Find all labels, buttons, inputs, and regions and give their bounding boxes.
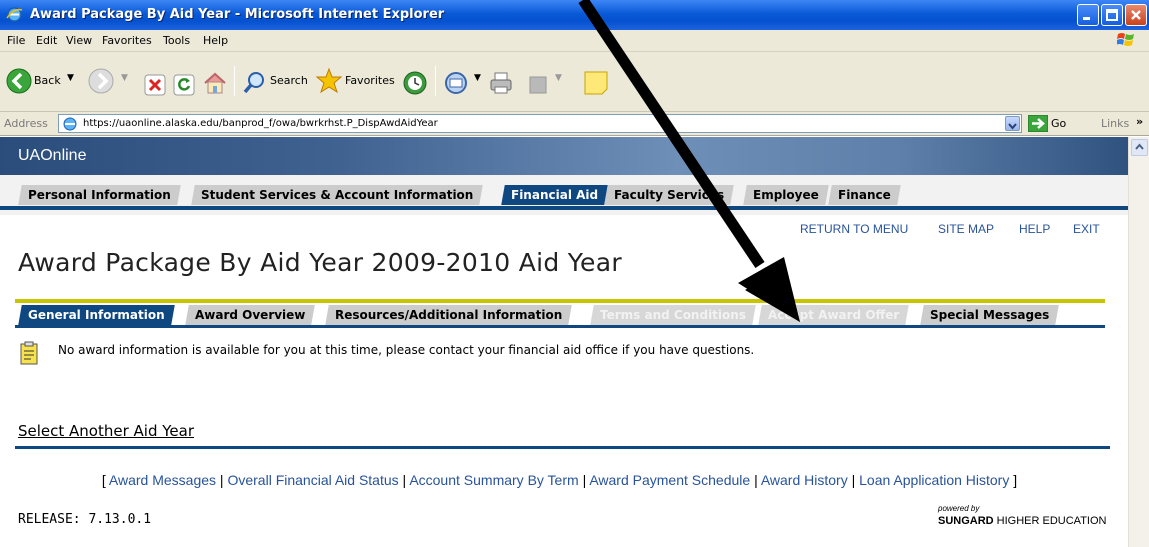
search-icon[interactable] xyxy=(242,68,268,98)
links-expand-icon[interactable]: » xyxy=(1136,115,1143,128)
site-brand: UAOnline xyxy=(18,147,87,164)
chevron-up-icon xyxy=(1135,143,1144,150)
menu-bar: File Edit View Favorites Tools Help xyxy=(0,30,1149,52)
address-label: Address xyxy=(4,117,48,130)
maximize-icon xyxy=(1106,9,1118,21)
award-payment-schedule-link[interactable]: Award Payment Schedule xyxy=(589,472,750,488)
windows-logo-icon xyxy=(1117,33,1134,46)
edit-icon[interactable] xyxy=(527,70,549,100)
tab-personal-information[interactable]: Personal Information xyxy=(18,185,181,205)
browser-toolbar: Back ▼ ▼ Search Favorites ▼ ▼ xyxy=(0,52,1149,112)
return-to-menu-link[interactable]: RETURN TO MENU xyxy=(800,222,908,236)
award-history-link[interactable]: Award History xyxy=(761,472,848,488)
tab-terms-and-conditions: Terms and Conditions xyxy=(590,305,756,325)
address-url[interactable]: https://uaonline.alaska.edu/banprod_f/ow… xyxy=(83,118,438,129)
toolbar-separator xyxy=(435,66,436,96)
section-rule xyxy=(15,299,1105,303)
powered-by-label: powered by xyxy=(938,504,980,513)
forward-icon[interactable] xyxy=(88,66,114,96)
refresh-icon[interactable] xyxy=(173,70,195,100)
tab-financial-aid[interactable]: Financial Aid xyxy=(501,185,608,205)
tab-resources-additional-information[interactable]: Resources/Additional Information xyxy=(325,305,573,325)
home-icon[interactable] xyxy=(202,68,228,98)
page-icon xyxy=(63,117,77,131)
edit-dropdown-icon[interactable]: ▼ xyxy=(555,73,562,83)
menu-edit[interactable]: Edit xyxy=(36,34,57,47)
toolbar-separator xyxy=(234,66,235,96)
back-dropdown-icon[interactable]: ▼ xyxy=(67,73,74,83)
award-messages-link[interactable]: Award Messages xyxy=(109,472,216,488)
stop-icon[interactable] xyxy=(144,70,166,100)
mail-dropdown-icon[interactable]: ▼ xyxy=(474,73,481,83)
bracket-open: [ xyxy=(101,472,106,488)
minimize-button[interactable] xyxy=(1077,4,1099,26)
forward-dropdown-icon[interactable]: ▼ xyxy=(121,73,128,83)
site-banner: UAOnline xyxy=(0,137,1128,175)
select-another-aid-year-link[interactable]: Select Another Aid Year xyxy=(18,422,194,440)
menu-favorites[interactable]: Favorites xyxy=(102,34,152,47)
close-button[interactable] xyxy=(1125,4,1147,26)
footer-links: [ Award Messages | Overall Financial Aid… xyxy=(12,471,1107,490)
release-version: RELEASE: 7.13.0.1 xyxy=(18,512,152,527)
tab-accept-award-offer: Accept Award Offer xyxy=(758,305,910,325)
address-bar: Address https://uaonline.alaska.edu/banp… xyxy=(0,112,1149,136)
tab-faculty-services[interactable]: Faculty Services xyxy=(604,185,734,205)
back-icon[interactable] xyxy=(6,66,32,96)
tab-student-services[interactable]: Student Services & Account Information xyxy=(191,185,484,205)
scroll-up-button[interactable] xyxy=(1131,139,1148,156)
address-input[interactable]: https://uaonline.alaska.edu/banprod_f/ow… xyxy=(58,114,1022,133)
link-separator: | xyxy=(219,472,224,488)
nav-underline xyxy=(0,206,1128,210)
footer-rule xyxy=(15,446,1110,449)
menu-tools[interactable]: Tools xyxy=(163,34,190,47)
maximize-button[interactable] xyxy=(1101,4,1123,26)
site-map-link[interactable]: SITE MAP xyxy=(938,222,994,236)
search-button[interactable]: Search xyxy=(270,74,308,87)
info-message: No award information is available for yo… xyxy=(58,343,755,357)
tab-finance[interactable]: Finance xyxy=(828,185,901,205)
chevron-down-icon xyxy=(1008,123,1017,130)
print-icon[interactable] xyxy=(488,68,514,98)
sub-tabs-underline xyxy=(15,325,1105,328)
links-toolbar[interactable]: Links xyxy=(1101,117,1129,130)
page-content: UAOnline Personal Information Student Se… xyxy=(0,137,1128,547)
go-arrow-icon[interactable] xyxy=(1028,115,1048,132)
tab-special-messages[interactable]: Special Messages xyxy=(920,305,1060,325)
vertical-scrollbar[interactable] xyxy=(1128,137,1149,547)
loan-application-history-link[interactable]: Loan Application History xyxy=(859,472,1009,488)
sungard-logo: SUNGARD HIGHER EDUCATION xyxy=(938,515,1107,527)
go-button[interactable]: Go xyxy=(1051,117,1066,130)
bracket-close: ] xyxy=(1013,472,1018,488)
link-separator: | xyxy=(851,472,856,488)
link-separator: | xyxy=(582,472,587,488)
minimize-icon xyxy=(1083,17,1090,20)
internet-explorer-icon xyxy=(6,7,23,22)
tab-award-overview[interactable]: Award Overview xyxy=(185,305,316,325)
account-summary-by-term-link[interactable]: Account Summary By Term xyxy=(409,472,578,488)
mail-icon[interactable] xyxy=(444,68,472,98)
favorites-button[interactable]: Favorites xyxy=(345,74,395,87)
back-button[interactable]: Back xyxy=(34,74,61,87)
overall-financial-aid-status-link[interactable]: Overall Financial Aid Status xyxy=(227,472,398,488)
window-titlebar[interactable]: Award Package By Aid Year - Microsoft In… xyxy=(0,0,1149,30)
help-link[interactable]: HELP xyxy=(1019,222,1050,236)
exit-link[interactable]: EXIT xyxy=(1073,222,1100,236)
address-dropdown-button[interactable] xyxy=(1005,116,1020,131)
tab-employee[interactable]: Employee xyxy=(743,185,829,205)
menu-file[interactable]: File xyxy=(7,34,25,47)
menu-view[interactable]: View xyxy=(66,34,92,47)
notes-icon[interactable] xyxy=(582,68,610,98)
link-separator: | xyxy=(402,472,407,488)
favorites-star-icon[interactable] xyxy=(315,66,343,96)
link-separator: | xyxy=(754,472,758,488)
close-icon xyxy=(1131,10,1141,20)
window-title: Award Package By Aid Year - Microsoft In… xyxy=(30,7,445,22)
page-title: Award Package By Aid Year 2009-2010 Aid … xyxy=(18,248,622,277)
note-icon xyxy=(20,341,38,365)
history-icon[interactable] xyxy=(402,68,428,98)
menu-help[interactable]: Help xyxy=(203,34,228,47)
tab-general-information[interactable]: General Information xyxy=(18,305,175,325)
